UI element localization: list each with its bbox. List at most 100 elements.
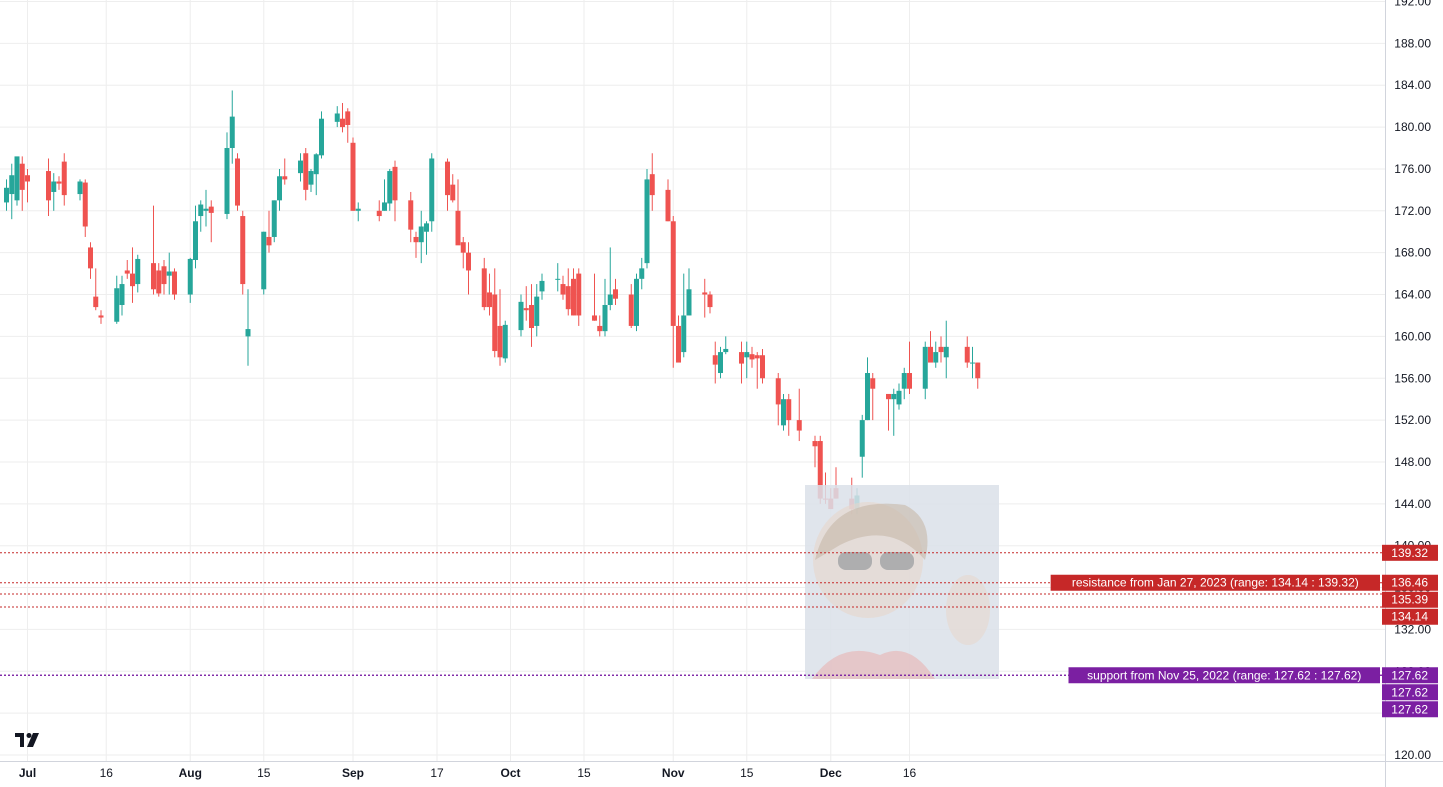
candle — [928, 331, 933, 363]
candle-body — [61, 161, 67, 196]
candle — [502, 320, 508, 363]
candle-body — [93, 296, 99, 308]
candle-body — [240, 216, 246, 285]
candle — [529, 284, 534, 347]
candle — [46, 158, 51, 217]
candle — [481, 257, 487, 311]
candle-body — [865, 373, 870, 421]
candle — [382, 179, 387, 211]
candle — [539, 273, 545, 300]
candle — [576, 268, 582, 326]
time-axis[interactable]: Jul 16 Aug 15 Sep 17 Oct 15 Nov 15 Dec 16 — [19, 766, 917, 780]
candle-body — [382, 202, 387, 211]
candle — [135, 254, 141, 293]
candle — [19, 156, 25, 211]
candle-body — [187, 258, 193, 295]
candle — [754, 352, 760, 389]
candle-body — [665, 189, 671, 222]
candle — [208, 200, 214, 243]
candle — [271, 200, 277, 243]
candle — [607, 247, 613, 311]
candle-body — [723, 348, 729, 353]
candle-body — [812, 441, 818, 447]
candle — [534, 284, 540, 337]
candle-body — [313, 154, 319, 175]
candlestick-chart[interactable]: 120.00124.00128.00132.00136.00140.00144.… — [0, 0, 1443, 787]
candle-body — [203, 208, 209, 211]
candle — [61, 153, 67, 206]
candle-body — [922, 346, 928, 389]
candle — [712, 341, 718, 384]
candle-body — [25, 175, 30, 182]
price-tick-label: 148.00 — [1394, 455, 1431, 469]
candle-body — [487, 292, 492, 308]
candle — [571, 268, 576, 316]
candle — [445, 158, 450, 211]
candle-body — [198, 204, 204, 217]
price-tick-label: 192.00 — [1394, 0, 1431, 9]
candle-body — [56, 181, 62, 184]
candle — [870, 373, 876, 421]
price-tick-label: 168.00 — [1394, 246, 1431, 260]
candle-body — [345, 111, 351, 125]
candle — [896, 383, 902, 410]
candle — [261, 231, 267, 295]
candle — [681, 273, 687, 358]
candle — [859, 414, 865, 478]
photo-overlay — [805, 485, 999, 679]
support-price-badge: 127.62 — [1382, 667, 1438, 684]
candle-body — [576, 273, 582, 316]
candle-body — [964, 346, 970, 363]
candle — [88, 242, 93, 279]
candle-body — [282, 176, 288, 180]
candle — [151, 205, 156, 295]
candle-body — [387, 171, 393, 204]
candle — [670, 216, 676, 368]
candle-body — [151, 263, 156, 290]
candle — [392, 160, 398, 222]
candle-body — [607, 294, 613, 305]
candle-body — [523, 308, 529, 311]
price-tick-label: 156.00 — [1394, 371, 1431, 385]
price-axis[interactable]: 120.00124.00128.00132.00136.00140.00144.… — [1394, 0, 1431, 762]
candle-body — [707, 294, 713, 308]
resistance-price-badge: 136.46 — [1382, 574, 1438, 591]
candle — [560, 275, 566, 300]
candle-body — [901, 373, 907, 389]
candle — [649, 153, 655, 211]
price-tick-label: 184.00 — [1394, 78, 1431, 92]
candle — [313, 153, 319, 196]
candle — [224, 132, 230, 220]
candle-body — [781, 399, 786, 426]
candle — [345, 108, 351, 143]
candle-body — [445, 161, 450, 196]
candle-body — [166, 271, 172, 276]
candle — [702, 278, 708, 318]
resistance-price-badge: 135.39 — [1382, 591, 1438, 608]
candle — [970, 346, 975, 379]
candle-body — [261, 231, 267, 290]
badge-value: 127.62 — [1391, 685, 1428, 699]
price-tick-label: 180.00 — [1394, 120, 1431, 134]
time-tick-label: 16 — [903, 766, 917, 780]
candle — [51, 173, 57, 211]
candle — [964, 336, 970, 368]
candle-body — [114, 288, 120, 322]
candle-body — [602, 304, 608, 332]
candle — [303, 148, 309, 201]
candle-body — [51, 181, 57, 192]
candle — [487, 273, 492, 316]
candle-body — [571, 278, 576, 316]
candle-body — [786, 399, 792, 421]
candle — [665, 179, 671, 222]
candle-body — [634, 278, 639, 326]
candle-body — [298, 160, 303, 174]
candle-body — [497, 325, 503, 358]
candle-body — [718, 352, 723, 374]
candle-body — [613, 289, 618, 299]
candle-body — [277, 176, 282, 201]
candle — [229, 90, 235, 164]
price-tick-label: 120.00 — [1394, 748, 1431, 762]
candle-body — [739, 352, 744, 364]
candle-body — [938, 346, 944, 353]
